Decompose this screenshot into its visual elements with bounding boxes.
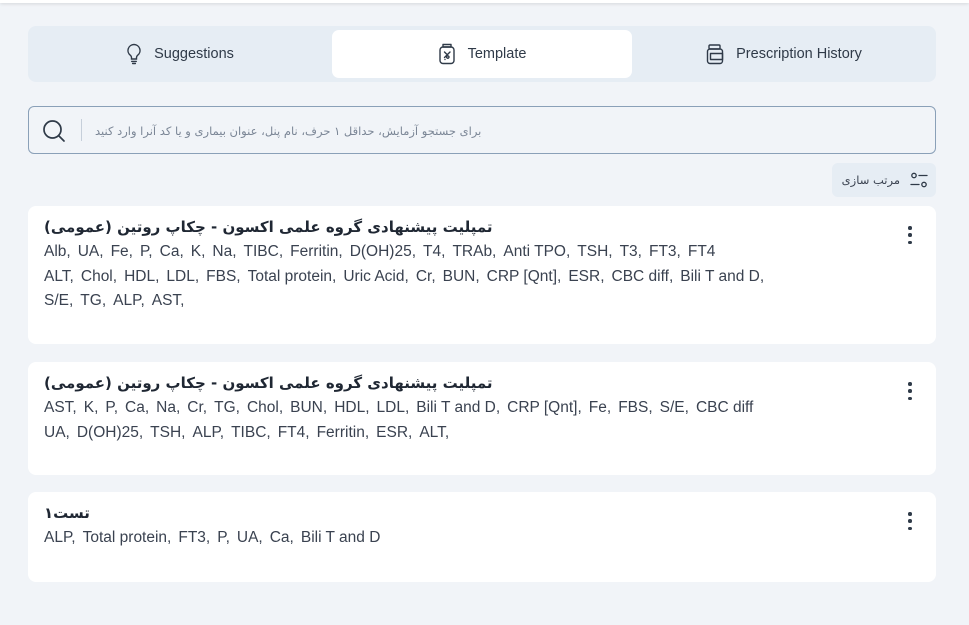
- sort-label: مرتب سازی: [841, 173, 900, 187]
- template-tests: ALP, Total protein, FT3, P, UA, Ca, Bili T and…: [44, 526, 794, 551]
- template-card[interactable]: تست۱ ALP, Total protein, FT3, P, UA, Ca, Bili …: [28, 492, 936, 582]
- test-item: Total protein,: [247, 267, 337, 285]
- test-item: LDL,: [166, 267, 200, 285]
- test-item: ALP,: [113, 292, 145, 309]
- template-title: تمپلیت پیشنهادی گروه علمی اکسون - چکاپ ر…: [44, 218, 493, 236]
- test-item: TSH,: [150, 423, 186, 441]
- test-item: CRP [Qnt],: [486, 267, 562, 285]
- test-item: TSH,: [577, 243, 613, 260]
- test-item: T3,: [619, 243, 642, 260]
- test-item: Anti TPO,: [503, 243, 571, 260]
- sort-button[interactable]: مرتب سازی: [832, 163, 936, 197]
- test-item: CBC diff: [695, 399, 754, 416]
- test-item: Fe,: [588, 399, 612, 416]
- test-item: S/E,: [659, 399, 689, 416]
- test-item: CRP [Qnt],: [507, 399, 582, 416]
- search-bar: [28, 106, 936, 154]
- template-title: تست۱: [44, 504, 90, 522]
- tab-template[interactable]: Template: [332, 30, 632, 78]
- test-item: ALP,: [44, 529, 76, 546]
- template-title: تمپلیت پیشنهادی گروه علمی اکسون - چکاپ ر…: [44, 374, 493, 392]
- template-jar-icon: [438, 43, 456, 65]
- test-item: TIBC,: [231, 423, 271, 441]
- test-item: T4,: [423, 243, 446, 260]
- test-item: P,: [105, 399, 119, 416]
- test-item: AST,: [151, 292, 185, 309]
- test-item: TG,: [214, 399, 240, 416]
- test-item: FT4,: [277, 423, 310, 441]
- test-item: Total protein,: [82, 529, 172, 546]
- test-item: FT4: [687, 243, 716, 260]
- test-item: Fe,: [110, 243, 133, 260]
- template-card[interactable]: تمپلیت پیشنهادی گروه علمی اکسون - چکاپ ر…: [28, 362, 936, 475]
- search-input[interactable]: [93, 115, 927, 147]
- test-item: Na,: [212, 243, 237, 260]
- test-item: FT3,: [178, 529, 211, 546]
- test-item: K,: [190, 243, 206, 260]
- test-item: UA,: [77, 243, 104, 260]
- test-item: UA,: [236, 529, 263, 546]
- test-item: ALT,: [44, 267, 74, 285]
- template-card[interactable]: تمپلیت پیشنهادی گروه علمی اکسون - چکاپ ر…: [28, 206, 936, 344]
- test-item: UA,: [44, 423, 70, 441]
- test-item: P,: [139, 243, 153, 260]
- test-item: CBC diff,: [611, 267, 674, 285]
- tab-suggestions[interactable]: Suggestions: [32, 30, 328, 78]
- test-item: K,: [83, 399, 99, 416]
- test-item: ESR,: [568, 267, 605, 285]
- test-item: Uric Acid,: [343, 267, 409, 285]
- test-item: Bili T and D,: [680, 267, 765, 285]
- test-item: D(OH)25,: [349, 243, 417, 260]
- test-item: BUN,: [442, 267, 480, 285]
- tab-suggestions-label: Suggestions: [154, 46, 234, 62]
- test-item: TRAb,: [452, 243, 497, 260]
- test-item: Ferritin,: [290, 243, 343, 260]
- test-item: LDL,: [376, 399, 410, 416]
- test-item: Cr,: [415, 267, 436, 285]
- test-item: ALP,: [192, 423, 225, 441]
- test-item: TG,: [80, 292, 107, 309]
- test-item: P,: [217, 529, 230, 546]
- test-item: Alb,: [44, 243, 71, 260]
- test-item: Ferritin,: [316, 423, 370, 441]
- lightbulb-icon: [126, 43, 142, 65]
- test-item: FBS,: [618, 399, 653, 416]
- test-item: ESR,: [376, 423, 413, 441]
- sort-sliders-icon: [910, 172, 928, 188]
- search-divider: [81, 119, 82, 141]
- test-item: D(OH)25,: [76, 423, 144, 441]
- test-item: Ca,: [125, 399, 150, 416]
- test-item: FT3,: [649, 243, 681, 260]
- test-item: Cr,: [187, 399, 208, 416]
- prescription-bottle-icon: [706, 43, 724, 65]
- template-tests: Alb, UA, Fe, P, Ca, K, Na, TIBC, Ferritin, D(OH)2…: [44, 240, 794, 314]
- more-options-icon[interactable]: [906, 382, 914, 400]
- test-item: Na,: [156, 399, 181, 416]
- test-item: Chol,: [80, 267, 118, 285]
- test-item: FBS,: [206, 267, 241, 285]
- test-item: S/E,: [44, 292, 74, 309]
- test-item: HDL,: [334, 399, 370, 416]
- tab-prescription-history-label: Prescription History: [736, 46, 862, 62]
- test-item: Chol,: [246, 399, 284, 416]
- tab-template-label: Template: [467, 46, 527, 62]
- test-item: BUN,: [290, 399, 328, 416]
- test-item: Ca,: [269, 529, 294, 546]
- tab-prescription-history[interactable]: Prescription History: [636, 30, 932, 78]
- test-item: AST,: [44, 399, 77, 416]
- test-item: Bili T and D: [300, 529, 381, 546]
- test-item: HDL,: [124, 267, 160, 285]
- template-tests: AST, K, P, Ca, Na, Cr, TG, Chol, BUN, HDL, LDL, Bil…: [44, 396, 794, 445]
- more-options-icon[interactable]: [906, 226, 914, 244]
- test-item: TIBC,: [243, 243, 284, 260]
- test-item: Bili T and D,: [416, 399, 501, 416]
- tab-bar: Suggestions Template Prescription Histor…: [28, 26, 936, 82]
- test-item: ALT,: [419, 423, 450, 441]
- more-options-icon[interactable]: [906, 512, 914, 530]
- test-item: Ca,: [159, 243, 184, 260]
- top-header-strip: [0, 0, 969, 3]
- search-icon[interactable]: [42, 119, 66, 143]
